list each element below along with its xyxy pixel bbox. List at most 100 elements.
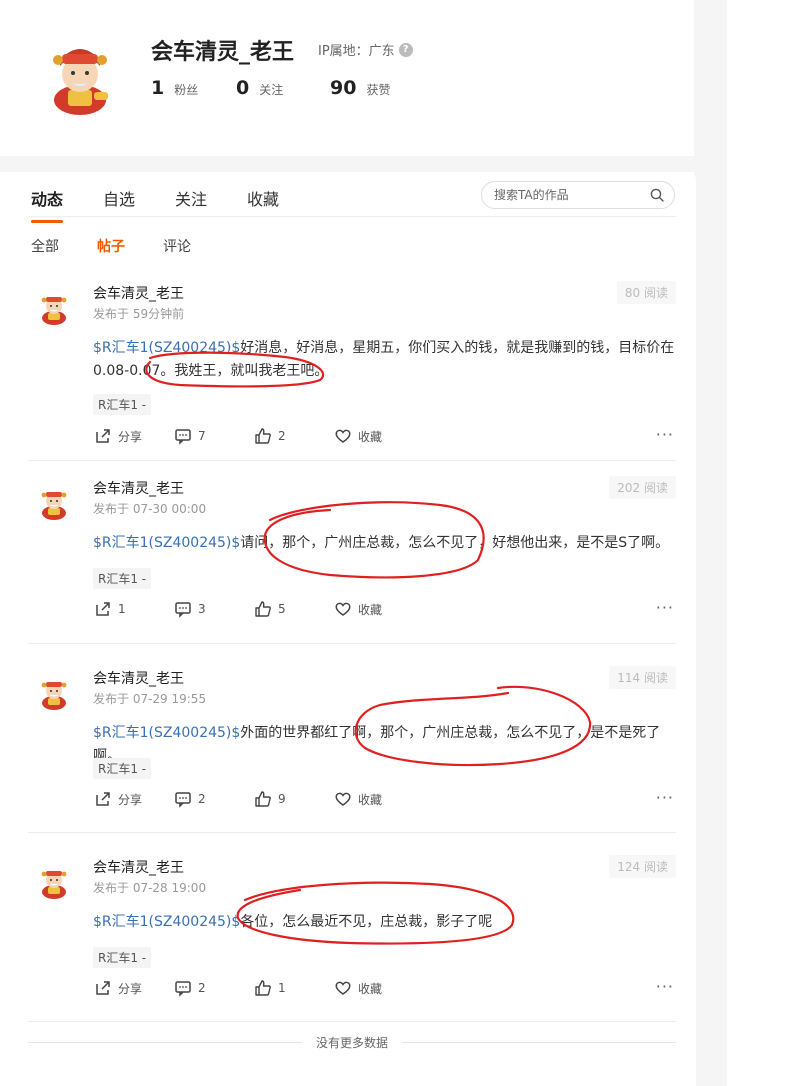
stat-num: 90 <box>330 77 357 99</box>
favorite-label: 收藏 <box>358 792 383 807</box>
read-count: 124 阅读 <box>609 855 676 878</box>
right-sidebar <box>727 6 795 1086</box>
post-item: 会车清灵_老王 发布于 07-29 19:55 114 阅读 $R汇车1(SZ4… <box>28 666 676 836</box>
stock-link[interactable]: $R汇车1(SZ400245)$ <box>93 914 240 930</box>
avatar[interactable] <box>44 40 116 116</box>
subtab-posts[interactable]: 帖子 <box>97 236 125 256</box>
share-label: 分享 <box>118 792 143 807</box>
avatar[interactable] <box>38 676 70 710</box>
comment-count: 2 <box>198 792 206 806</box>
stock-link[interactable]: $R汇车1(SZ400245)$ <box>93 725 240 741</box>
post-actions: 分享 2 9 收藏 <box>94 790 414 808</box>
comment-button[interactable]: 2 <box>174 979 254 997</box>
like-button[interactable]: 5 <box>254 600 334 618</box>
post-divider <box>28 1021 676 1022</box>
share-icon <box>96 602 110 616</box>
stock-tag[interactable]: R汇车1 - <box>93 758 152 779</box>
stat-likes: 90 获赞 <box>330 77 390 99</box>
like-button[interactable]: 2 <box>254 427 334 445</box>
post-divider <box>28 460 676 461</box>
stock-link[interactable]: $R汇车1(SZ400245)$ <box>93 535 240 551</box>
divider-line <box>402 1042 677 1043</box>
search-icon[interactable] <box>650 188 664 202</box>
more-options-button[interactable]: ··· <box>656 788 674 807</box>
comment-button[interactable]: 7 <box>174 427 254 445</box>
share-button[interactable]: 分享 <box>94 979 174 997</box>
share-label: 1 <box>118 602 126 616</box>
like-button[interactable]: 9 <box>254 790 334 808</box>
favorite-label: 收藏 <box>358 429 383 444</box>
post-author[interactable]: 会车清灵_老王 <box>93 478 184 498</box>
search-input[interactable] <box>492 187 646 203</box>
read-count: 202 阅读 <box>609 476 676 499</box>
avatar[interactable] <box>38 291 70 325</box>
like-button[interactable]: 1 <box>254 979 334 997</box>
tab-following[interactable]: 关注 <box>175 186 207 218</box>
comment-icon <box>175 602 191 618</box>
page-gap-horizontal <box>0 156 727 172</box>
stock-link[interactable]: $R汇车1(SZ400245)$ <box>93 340 240 356</box>
stat-num: 0 <box>236 77 250 99</box>
more-options-button[interactable]: ··· <box>656 977 674 996</box>
thumbs-up-icon <box>255 601 271 617</box>
comment-icon <box>175 429 191 445</box>
question-icon[interactable]: ? <box>398 42 413 57</box>
avatar[interactable] <box>38 486 70 520</box>
favorite-button[interactable]: 收藏 <box>334 979 414 997</box>
post-time: 发布于 07-30 00:00 <box>93 502 207 516</box>
tab-favorites[interactable]: 收藏 <box>247 186 279 218</box>
stat-followers[interactable]: 1 粉丝 <box>151 77 198 99</box>
more-options-button[interactable]: ··· <box>656 598 674 617</box>
comment-count: 7 <box>198 429 206 443</box>
post-content[interactable]: $R汇车1(SZ400245)$外面的世界都红了啊，那个，广州庄总裁，怎么不见了… <box>93 722 679 768</box>
sub-tabs: 全部 帖子 评论 <box>31 236 191 256</box>
subtab-comments[interactable]: 评论 <box>163 236 191 256</box>
post-content[interactable]: $R汇车1(SZ400245)$请问，那个，广州庄总裁，怎么不见了，好想他出来，… <box>93 532 679 555</box>
comment-icon <box>175 981 191 997</box>
post-author[interactable]: 会车清灵_老王 <box>93 668 184 688</box>
post-item: 会车清灵_老王 发布于 07-30 00:00 202 阅读 $R汇车1(SZ4… <box>28 476 676 646</box>
heart-icon <box>335 602 351 616</box>
heart-icon <box>335 981 351 995</box>
favorite-label: 收藏 <box>358 981 383 996</box>
post-item: 会车清灵_老王 发布于 07-28 19:00 124 阅读 $R汇车1(SZ4… <box>28 855 676 1025</box>
favorite-button[interactable]: 收藏 <box>334 600 414 618</box>
post-time: 发布于 59分钟前 <box>93 307 185 321</box>
like-count: 9 <box>278 792 286 806</box>
subtab-all[interactable]: 全部 <box>31 236 59 256</box>
like-count: 1 <box>278 981 286 995</box>
heart-icon <box>335 429 351 443</box>
post-actions: 1 3 5 收藏 <box>94 600 414 618</box>
favorite-button[interactable]: 收藏 <box>334 427 414 445</box>
share-button[interactable]: 1 <box>94 600 174 618</box>
comment-button[interactable]: 3 <box>174 600 254 618</box>
post-time: 发布于 07-29 19:55 <box>93 692 207 706</box>
share-label: 分享 <box>118 429 143 444</box>
stock-tag[interactable]: R汇车1 - <box>93 568 152 589</box>
thumbs-up-icon <box>255 791 271 807</box>
tab-activity[interactable]: 动态 <box>31 186 64 223</box>
share-button[interactable]: 分享 <box>94 790 174 808</box>
like-count: 5 <box>278 602 286 616</box>
share-icon <box>96 429 110 443</box>
favorite-button[interactable]: 收藏 <box>334 790 414 808</box>
no-more-data: 没有更多数据 <box>28 1034 677 1051</box>
comment-count: 2 <box>198 981 206 995</box>
no-more-text: 没有更多数据 <box>316 1036 389 1050</box>
stock-tag[interactable]: R汇车1 - <box>93 947 152 968</box>
tab-watchlist[interactable]: 自选 <box>103 186 135 218</box>
avatar[interactable] <box>38 865 70 899</box>
stat-label: 关注 <box>259 83 284 97</box>
profile-username: 会车清灵_老王 <box>151 40 295 65</box>
stat-label: 粉丝 <box>174 83 199 97</box>
share-button[interactable]: 分享 <box>94 427 174 445</box>
ip-label: IP属地：广东 <box>318 44 395 59</box>
more-options-button[interactable]: ··· <box>656 425 674 444</box>
comment-button[interactable]: 2 <box>174 790 254 808</box>
stat-following[interactable]: 0 关注 <box>236 77 283 99</box>
post-author[interactable]: 会车清灵_老王 <box>93 857 184 877</box>
post-content[interactable]: $R汇车1(SZ400245)$好消息，好消息，星期五，你们买入的钱，就是我赚到… <box>93 337 679 383</box>
post-content[interactable]: $R汇车1(SZ400245)$各位，怎么最近不见，庄总裁，影子了呢 <box>93 911 679 934</box>
post-author[interactable]: 会车清灵_老王 <box>93 283 184 303</box>
stock-tag[interactable]: R汇车1 - <box>93 394 152 415</box>
